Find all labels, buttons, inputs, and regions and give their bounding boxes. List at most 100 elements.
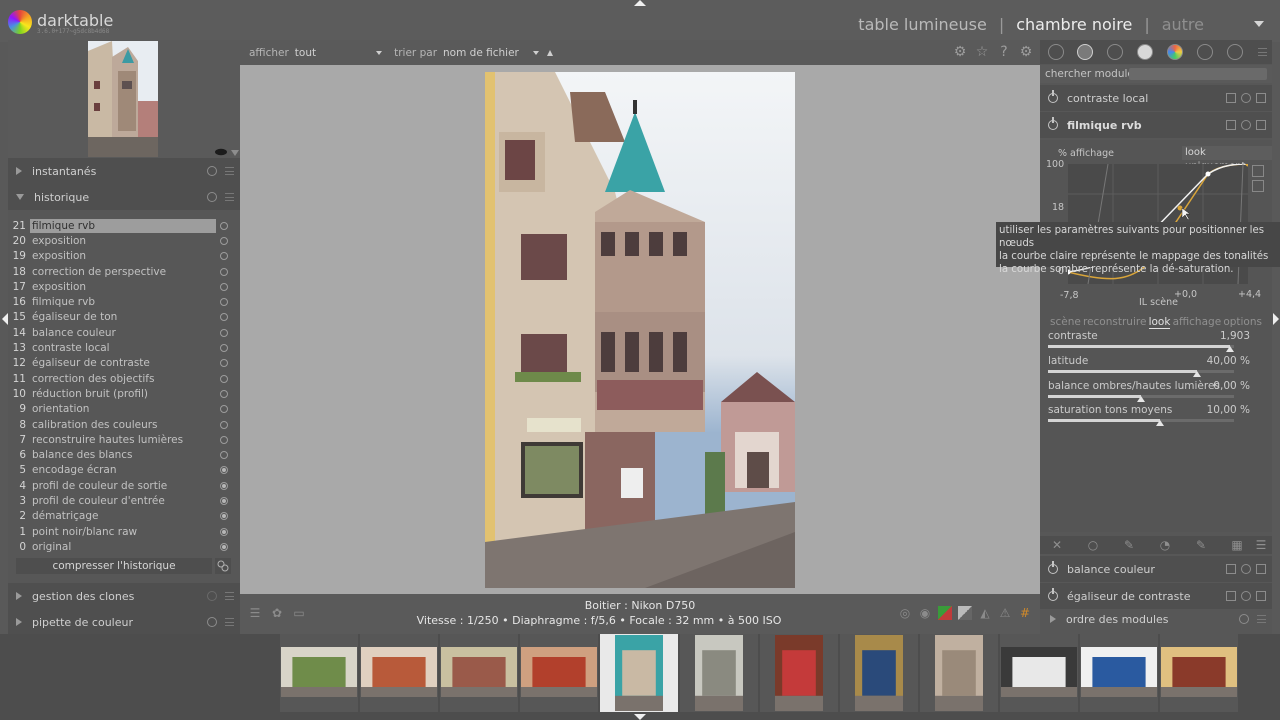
slider-handle[interactable] [1155, 420, 1164, 426]
multi-instance-icon[interactable] [1226, 591, 1236, 601]
auto-tune-icon[interactable] [1252, 180, 1264, 192]
parametric-mask-icon[interactable]: ◔ [1158, 538, 1172, 552]
color-assessment-icon[interactable] [938, 606, 952, 620]
filmstrip-thumbnail[interactable] [920, 634, 998, 712]
tab-options[interactable]: options [1223, 316, 1262, 329]
filmstrip-thumbnail[interactable] [280, 634, 358, 712]
presets-menu-icon[interactable] [225, 618, 234, 626]
presets-menu-icon[interactable] [1257, 615, 1266, 623]
base-group-icon[interactable] [1107, 44, 1123, 60]
filmic-slider[interactable]: contraste 1,903 [1048, 330, 1250, 354]
correct-group-icon[interactable] [1197, 44, 1213, 60]
module-history[interactable]: historique [8, 184, 240, 210]
chevron-down-icon[interactable] [376, 50, 383, 55]
filmstrip-thumbnail[interactable] [1080, 634, 1158, 712]
tone-group-icon[interactable] [1137, 44, 1153, 60]
history-item[interactable]: 2 dématriçage [8, 509, 240, 524]
create-style-icon[interactable] [215, 558, 231, 574]
sort-select[interactable]: nom de fichier [443, 47, 519, 59]
module-clones[interactable]: gestion des clones [8, 583, 240, 609]
history-item[interactable]: 9 orientation [8, 402, 240, 417]
presets-menu-icon[interactable] [1256, 120, 1266, 130]
reset-icon[interactable] [207, 166, 217, 176]
history-item[interactable]: 1 point noir/blanc raw [8, 524, 240, 539]
history-item[interactable]: 17 exposition [8, 279, 240, 294]
history-item[interactable]: 16 filmique rvb [8, 294, 240, 309]
drawn-parametric-mask-icon[interactable]: ✎ [1194, 538, 1208, 552]
history-item[interactable]: 18 correction de perspective [8, 264, 240, 279]
softproof-icon[interactable]: ◭ [978, 606, 992, 620]
module-local-contrast[interactable]: contraste local [1040, 85, 1272, 111]
filmstrip-thumbnail[interactable] [360, 634, 438, 712]
main-photo[interactable] [485, 72, 795, 588]
filmstrip-thumbnail[interactable] [1160, 634, 1238, 712]
view-darkroom[interactable]: chambre noire [1016, 15, 1132, 34]
drawn-mask-icon[interactable]: ✎ [1122, 538, 1136, 552]
effect-group-icon[interactable] [1227, 44, 1243, 60]
guides-icon[interactable]: # [1018, 606, 1032, 620]
module-contrast-equalizer[interactable]: égaliseur de contraste [1040, 583, 1272, 609]
reset-icon[interactable] [1241, 93, 1251, 103]
search-input[interactable] [1129, 68, 1267, 80]
show-filter-select[interactable]: tout [295, 47, 316, 59]
filmstrip-thumbnail[interactable] [680, 634, 758, 712]
gear-icon[interactable]: ⚙ [1018, 44, 1034, 60]
tab-display[interactable]: affichage [1173, 316, 1222, 329]
presets-menu-icon[interactable] [225, 167, 234, 175]
tab-reconstruct[interactable]: reconstruire [1083, 316, 1146, 329]
filmic-slider[interactable]: latitude 40,00 % [1048, 355, 1250, 379]
slider-handle[interactable] [1137, 396, 1145, 402]
history-item[interactable]: 12 égaliseur de contraste [8, 356, 240, 371]
tab-look[interactable]: look [1148, 316, 1171, 329]
module-filmic[interactable]: filmique rvb [1040, 112, 1272, 138]
look-only-button[interactable]: look uniquement [1182, 146, 1272, 172]
bulb-icon[interactable]: ◉ [918, 606, 932, 620]
filmstrip-thumbnail[interactable] [840, 634, 918, 712]
module-color-balance[interactable]: balance couleur [1040, 556, 1272, 582]
view-lighttable[interactable]: table lumineuse [858, 15, 987, 34]
filmstrip-thumbnail[interactable] [760, 634, 838, 712]
history-item[interactable]: 13 contraste local [8, 340, 240, 355]
compress-history-button[interactable]: compresser l'historique [16, 558, 212, 574]
history-item[interactable]: 0 original [8, 539, 240, 554]
tab-scene[interactable]: scène [1050, 316, 1081, 329]
history-item[interactable]: 11 correction des objectifs [8, 371, 240, 386]
history-item[interactable]: 10 réduction bruit (profil) [8, 386, 240, 401]
power-icon[interactable] [1048, 561, 1058, 574]
history-item[interactable]: 20 exposition [8, 233, 240, 248]
gamut-check-icon[interactable]: ⚠ [998, 606, 1012, 620]
filmstrip-thumbnail[interactable] [520, 634, 598, 712]
filmstrip-thumbnail[interactable] [1000, 634, 1078, 712]
power-icon[interactable] [1048, 117, 1058, 130]
presets-menu-icon[interactable] [225, 193, 234, 201]
power-icon[interactable] [1048, 588, 1058, 601]
focus-peaking-icon[interactable]: ◎ [898, 606, 912, 620]
module-order-row[interactable]: ordre des modules [1040, 608, 1272, 630]
presets-menu-icon[interactable] [1256, 564, 1266, 574]
power-icon[interactable] [1048, 44, 1064, 60]
chevron-down-icon[interactable] [231, 150, 239, 156]
grouping-icon[interactable]: ⚙ [952, 44, 968, 60]
navigation-thumbnail[interactable] [8, 40, 240, 158]
uniform-blend-icon[interactable]: ○ [1086, 538, 1100, 552]
reset-icon[interactable] [207, 617, 217, 627]
multi-instance-icon[interactable] [1226, 120, 1236, 130]
history-item[interactable]: 14 balance couleur [8, 325, 240, 340]
history-item[interactable]: 21 filmique rvb [8, 218, 240, 233]
reset-icon[interactable] [1239, 614, 1249, 624]
toggle-graph-icon[interactable] [1252, 165, 1264, 177]
multi-instance-icon[interactable] [1226, 564, 1236, 574]
reset-icon[interactable] [1241, 564, 1251, 574]
chevron-down-icon[interactable] [1254, 21, 1264, 27]
reset-icon[interactable] [207, 591, 217, 601]
reset-icon[interactable] [207, 192, 217, 202]
history-item[interactable]: 6 balance des blancs [8, 447, 240, 462]
presets-menu-icon[interactable] [1256, 93, 1266, 103]
reset-icon[interactable] [1241, 591, 1251, 601]
filmstrip-thumbnail[interactable] [600, 634, 678, 712]
filmic-slider[interactable]: saturation tons moyens 10,00 % [1048, 404, 1250, 428]
history-item[interactable]: 4 profil de couleur de sortie [8, 478, 240, 493]
filmstrip-thumbnail[interactable] [440, 634, 518, 712]
collapse-right-arrow-icon[interactable] [1273, 313, 1279, 325]
history-item[interactable]: 15 égaliseur de ton [8, 310, 240, 325]
